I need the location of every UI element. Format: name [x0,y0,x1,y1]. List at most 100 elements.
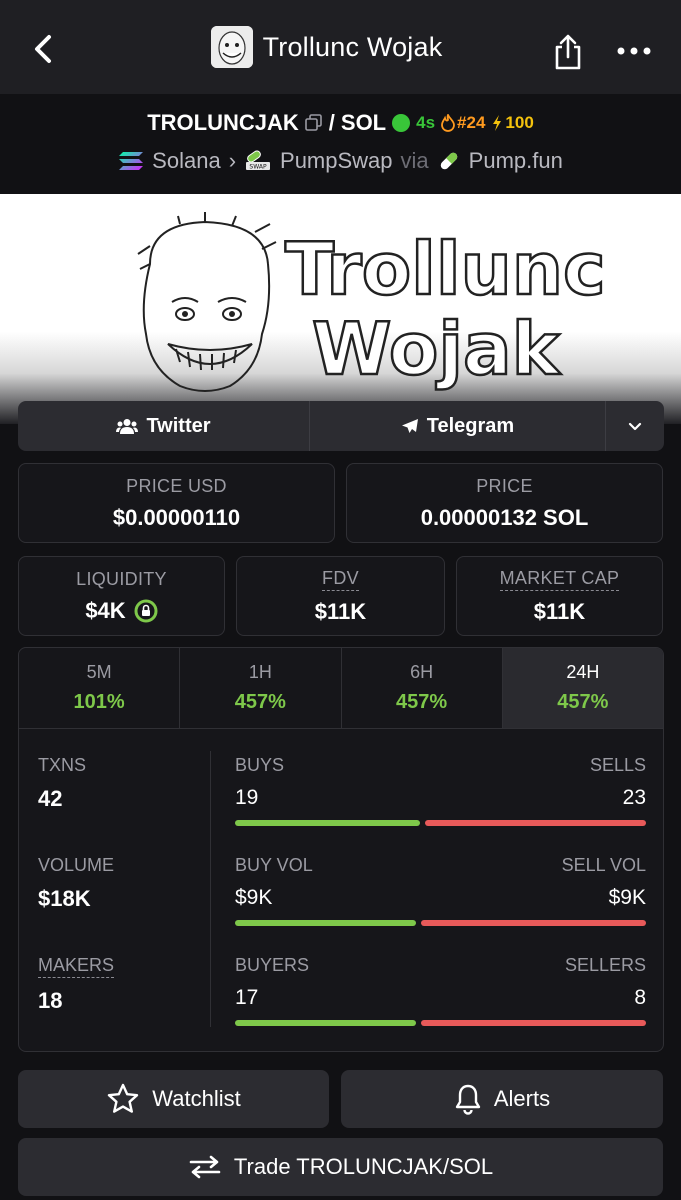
more-options-button[interactable] [612,34,656,68]
price-usd-card: PRICE USD $0.00000110 [18,463,335,543]
launchpad-link[interactable]: Pump.fun [469,148,563,174]
tab-5m[interactable]: 5M 101% [19,648,181,728]
tab-1h[interactable]: 1H 457% [180,648,342,728]
market-cap-label[interactable]: MARKET CAP [499,568,620,591]
tab-6h[interactable]: 6H 457% [342,648,503,728]
market-cap-value: $11K [533,598,586,624]
alerts-label: Alerts [493,1086,551,1111]
price-native-card: PRICE 0.00000132 SOL [346,463,663,543]
svg-text:SWAP: SWAP [249,164,267,171]
market-cap-card: MARKET CAP $11K [456,556,663,636]
back-button[interactable] [28,32,58,66]
top-bar: Trollunc Wojak [0,0,681,94]
tab-24h[interactable]: 24H 457% [502,648,663,728]
buyers-sellers-stat: BUYERS SELLERS 17 8 [235,955,646,1026]
sellers-label: SELLERS [564,955,646,975]
txns-label: TXNS [38,755,87,775]
price-native-value: 0.00000132 SOL [420,504,589,530]
copy-icon[interactable] [304,114,323,132]
buys-value: 19 [235,786,259,809]
buys-sells-stat: BUYS SELLS 19 23 [235,755,646,826]
buyers-value: 17 [235,986,259,1009]
sellers-value: 8 [634,986,646,1009]
sell-volume-bar [420,920,646,926]
tab-label: 1H [248,662,272,682]
volume-label: VOLUME [38,855,115,875]
makers-value: 18 [38,988,63,1013]
sellers-bar [420,1020,646,1026]
makers-stat: MAKERS 18 [38,955,115,1014]
token-avatar [210,26,253,68]
price-usd-value: $0.00000110 [112,504,241,530]
page-title: Trollunc Wojak [262,31,443,62]
token-banner: Trollunc Wojak [0,194,681,424]
via-label: via [400,148,429,173]
boost-badge[interactable]: 100 [491,113,534,133]
solana-icon [119,152,144,170]
txns-stat: TXNS 42 [38,755,86,812]
buys-bar [235,820,420,826]
banner-image: Trollunc Wojak [137,212,607,392]
makers-label[interactable]: MAKERS [38,955,115,978]
volume-bar [235,920,646,926]
chevron-down-icon [628,422,642,430]
users-icon [116,419,139,434]
pair-line: TROLUNCJAK / SOL 4s #24 100 [0,110,681,136]
twitter-button[interactable]: Twitter [18,401,310,451]
swap-arrows-icon [189,1155,221,1179]
chain-link[interactable]: Solana [152,148,221,174]
lock-icon[interactable] [134,599,158,623]
tab-label: 5M [86,662,112,682]
buys-sells-bar [235,820,646,826]
lightning-icon [493,115,502,131]
pair-info: TROLUNCJAK / SOL 4s #24 100 Solana › SWA… [0,94,681,194]
share-icon [555,34,581,70]
buy-volume-bar [235,920,416,926]
base-symbol: TROLUNCJAK [147,110,299,135]
sells-bar [424,820,646,826]
telegram-icon [401,419,418,433]
star-icon [108,1083,139,1113]
trade-button[interactable]: Trade TROLUNCJAK/SOL [18,1138,663,1196]
fdv-label[interactable]: FDV [322,568,359,591]
chevron-left-icon [35,35,51,63]
trending-rank-value: #24 [457,113,486,132]
watchlist-label: Watchlist [152,1086,241,1111]
telegram-label: Telegram [426,414,515,437]
sell-volume-value: $9K [608,886,646,909]
timeframe-tabs: 5M 101% 1H 457% 6H 457% 24H 457% [18,647,664,729]
watchlist-button[interactable]: Watchlist [18,1070,329,1128]
stats-divider [210,751,211,1027]
breadcrumb: Solana › SWAP PumpSwap via Pump.fun [0,148,681,174]
fdv-value: $11K [314,598,367,624]
banner-line2: Wojak [312,307,562,391]
pumpswap-icon: SWAP [246,150,271,171]
tab-change: 457% [396,691,448,713]
trending-rank[interactable]: #24 [441,113,485,133]
buy-volume-label: BUY VOL [235,855,313,875]
fdv-card: FDV $11K [236,556,445,636]
stats-panel: TXNS 42 VOLUME $18K MAKERS 18 BUYS SELLS … [18,729,664,1052]
buyers-bar-track [235,1020,646,1026]
volume-stat: VOLUME $18K [38,855,114,912]
price-usd-label: PRICE USD [126,475,227,496]
tab-label: 6H [410,662,434,682]
trade-label: Trade TROLUNCJAK/SOL [233,1154,494,1179]
twitter-label: Twitter [146,414,211,437]
banner-line1: Trollunc [285,227,606,311]
dex-link[interactable]: PumpSwap [280,148,393,174]
sells-label: SELLS [589,755,646,775]
tab-change: 457% [234,691,286,713]
pair-separator: / [328,110,335,135]
quote-symbol: SOL [340,110,387,135]
telegram-button[interactable]: Telegram [310,401,606,451]
liquidity-card: LIQUIDITY $4K [18,556,225,636]
buy-volume-value: $9K [235,886,273,909]
buys-label: BUYS [235,755,285,775]
buy-sell-volume-stat: BUY VOL SELL VOL $9K $9K [235,855,646,926]
share-button[interactable] [548,30,588,74]
alerts-button[interactable]: Alerts [341,1070,663,1128]
social-links: Twitter Telegram [18,401,664,451]
sell-volume-label: SELL VOL [561,855,646,875]
more-links-button[interactable] [606,401,664,451]
